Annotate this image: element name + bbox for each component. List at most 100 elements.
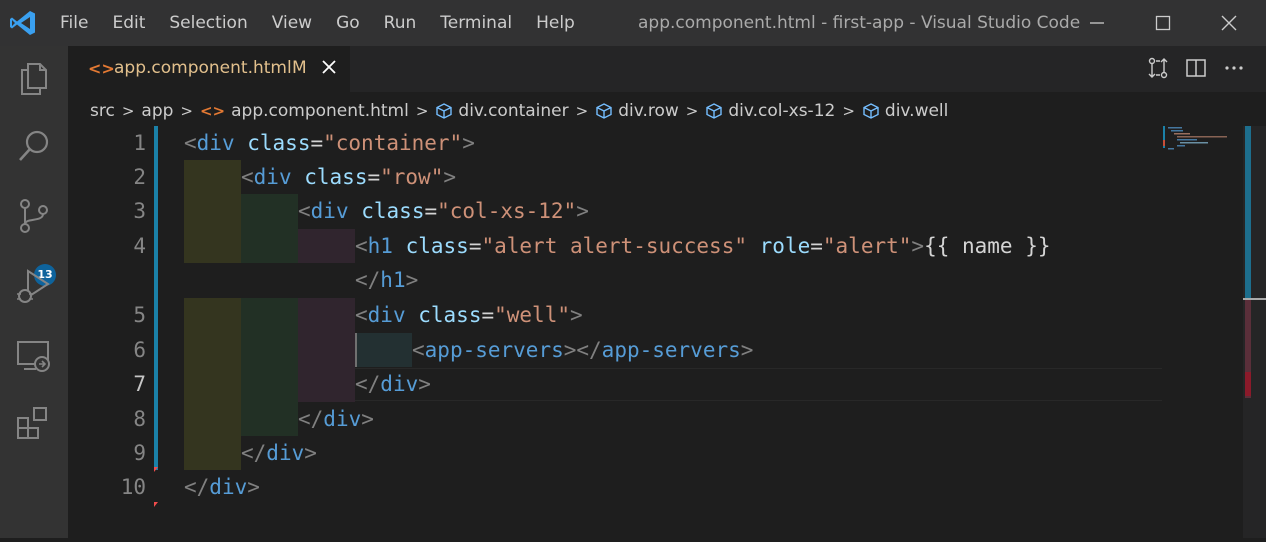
explorer-icon[interactable] — [14, 58, 54, 98]
minimap-preview — [1163, 126, 1227, 150]
menu-file[interactable]: File — [48, 13, 100, 33]
split-editor-icon[interactable] — [1184, 56, 1208, 80]
more-actions-icon[interactable] — [1222, 56, 1246, 80]
chevron-right-icon: > — [180, 102, 193, 120]
deleted-lines-indicator[interactable] — [154, 502, 158, 507]
deleted-lines-indicator[interactable] — [154, 467, 158, 472]
search-icon[interactable] — [14, 126, 54, 166]
maximize-button[interactable] — [1130, 0, 1196, 46]
code-token: < — [355, 303, 368, 327]
menu-run[interactable]: Run — [372, 13, 429, 33]
code-token: div — [367, 303, 406, 327]
breadcrumb-div-row[interactable]: div.row — [618, 101, 679, 121]
scrollbar-modified-marker — [1245, 126, 1251, 298]
tab-label: app.component.html — [114, 58, 292, 78]
code-token: </ — [184, 475, 210, 499]
line-number: 4 — [133, 234, 146, 258]
code-token: = — [310, 131, 324, 155]
line-number: 6 — [133, 338, 146, 362]
chevron-right-icon: > — [685, 102, 699, 120]
menu-edit[interactable]: Edit — [100, 13, 157, 33]
open-changes-icon[interactable] — [1146, 56, 1170, 80]
line-number: 10 — [120, 475, 146, 499]
line-number: 2 — [133, 165, 146, 189]
minimap[interactable] — [1162, 126, 1244, 538]
code-token: = — [367, 165, 381, 189]
code-token: > — [911, 234, 925, 258]
code-token: < — [241, 165, 254, 189]
html-file-icon: <> — [88, 59, 115, 78]
code-token: div — [253, 165, 292, 189]
code-line[interactable]: </div> — [298, 402, 374, 436]
code-token: "col-xs-12" — [437, 199, 577, 223]
close-tab-icon[interactable] — [320, 58, 338, 76]
tab-app-component-html[interactable]: <> app.component.html M — [68, 46, 350, 92]
code-token: div — [209, 475, 248, 499]
code-line[interactable]: <div class="row"> — [241, 160, 456, 194]
breadcrumb-div-container[interactable]: div.container — [458, 101, 568, 121]
breadcrumb-src[interactable]: src — [90, 101, 115, 121]
symbol-element-icon — [863, 103, 879, 119]
code-token: class — [247, 131, 311, 155]
vscode-logo-icon[interactable] — [8, 8, 38, 38]
breadcrumb-div-col[interactable]: div.col-xs-12 — [728, 101, 835, 121]
code-line[interactable]: </div> — [184, 470, 260, 504]
run-debug-icon[interactable] — [14, 266, 54, 306]
editor-actions — [1146, 56, 1246, 80]
remote-explorer-icon[interactable] — [14, 336, 54, 376]
code-token: "well" — [494, 303, 570, 327]
menu-selection[interactable]: Selection — [157, 13, 259, 33]
menu-view[interactable]: View — [260, 13, 324, 33]
code-token: = — [481, 303, 495, 327]
breadcrumb-div-well[interactable]: div.well — [885, 101, 948, 121]
code-token: div — [310, 199, 349, 223]
vertical-scrollbar[interactable] — [1243, 126, 1266, 538]
code-line[interactable]: </h1> — [355, 263, 418, 297]
code-token: < — [412, 338, 425, 362]
menu-go[interactable]: Go — [324, 13, 372, 33]
code-token: </ — [298, 407, 324, 431]
line-number — [68, 263, 146, 297]
code-area[interactable]: <div class="container"> <div class="row">… — [184, 126, 1244, 538]
code-token: app-servers — [601, 338, 741, 362]
code-line[interactable]: <div class="col-xs-12"> — [298, 194, 589, 228]
code-editor[interactable]: 1 2 3 4 5 6 7 8 9 10 <div class="contain… — [68, 126, 1243, 538]
extensions-icon[interactable] — [14, 404, 54, 444]
code-token: "alert" — [822, 234, 912, 258]
code-line[interactable]: </div> — [355, 367, 431, 401]
code-token: class — [361, 199, 425, 223]
breadcrumb-app[interactable]: app — [141, 101, 173, 121]
modified-lines-indicator[interactable] — [154, 126, 158, 470]
minimize-icon — [1090, 22, 1104, 24]
title-bar: File Edit Selection View Go Run Terminal… — [0, 0, 1266, 46]
activity-bar: 13 — [0, 46, 68, 538]
code-line[interactable]: <app-servers></app-servers> — [412, 333, 753, 367]
code-token: > — [361, 407, 374, 431]
chevron-right-icon: > — [415, 102, 429, 120]
menu-terminal[interactable]: Terminal — [428, 13, 524, 33]
close-icon — [1221, 15, 1237, 31]
code-token: class — [405, 234, 469, 258]
code-token: ></ — [563, 338, 602, 362]
code-token: > — [247, 475, 260, 499]
code-line[interactable]: <div class="container"> — [184, 126, 475, 160]
code-line[interactable]: <div class="well"> — [355, 298, 583, 332]
code-token: div — [266, 441, 305, 465]
code-line[interactable]: <h1 class="alert alert-success" role="al… — [355, 229, 1051, 263]
breadcrumb-file[interactable]: app.component.html — [231, 101, 409, 121]
close-window-button[interactable] — [1196, 0, 1262, 46]
symbol-element-icon — [706, 103, 723, 119]
chevron-right-icon: > — [842, 102, 855, 120]
code-token: = — [810, 234, 823, 258]
minimize-button[interactable] — [1064, 0, 1130, 46]
code-token: app-servers — [424, 338, 564, 362]
code-line[interactable]: </div> — [241, 436, 317, 470]
source-control-icon[interactable] — [14, 196, 54, 236]
breadcrumb: src > app > <> app.component.html > div.… — [68, 92, 1266, 130]
